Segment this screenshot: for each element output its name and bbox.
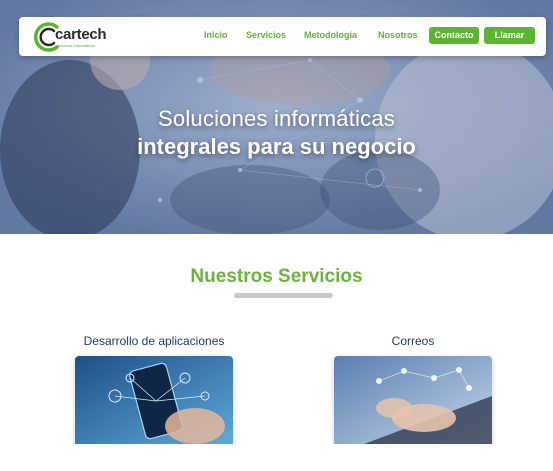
nav-link-metodologia[interactable]: Metodología [304,30,357,40]
hero-title-line2: integrales para su negocio [137,134,416,159]
contacto-button[interactable]: Contacto [429,27,479,44]
page-bottom-blank [0,444,553,471]
service-card-image-apps[interactable] [75,356,233,444]
navbar: cartech servicios informáticos Inicio Se… [19,17,546,56]
services-heading: Nuestros Servicios [190,266,363,287]
service-card-label-apps[interactable]: Desarrollo de aplicaciones [75,334,233,348]
nav-link-inicio[interactable]: Inicio [204,30,228,40]
logo-text: cartech [55,26,107,43]
apps-illustration-image [75,356,233,444]
correos-illustration-image [334,356,492,444]
hero-title-line1: Soluciones informáticas [158,106,395,131]
logo-subtitle: servicios informáticos [57,43,96,48]
service-card-label-correos[interactable]: Correos [334,334,492,348]
nav-link-nosotros[interactable]: Nosotros [378,30,418,40]
llamar-button[interactable]: Llamar [484,27,535,44]
service-card-image-correos[interactable] [334,356,492,444]
page: Soluciones informáticas integrales para … [0,0,553,471]
services-heading-underline [234,293,333,298]
logo[interactable]: cartech servicios informáticos [33,21,107,53]
nav-link-servicios[interactable]: Servicios [246,30,286,40]
